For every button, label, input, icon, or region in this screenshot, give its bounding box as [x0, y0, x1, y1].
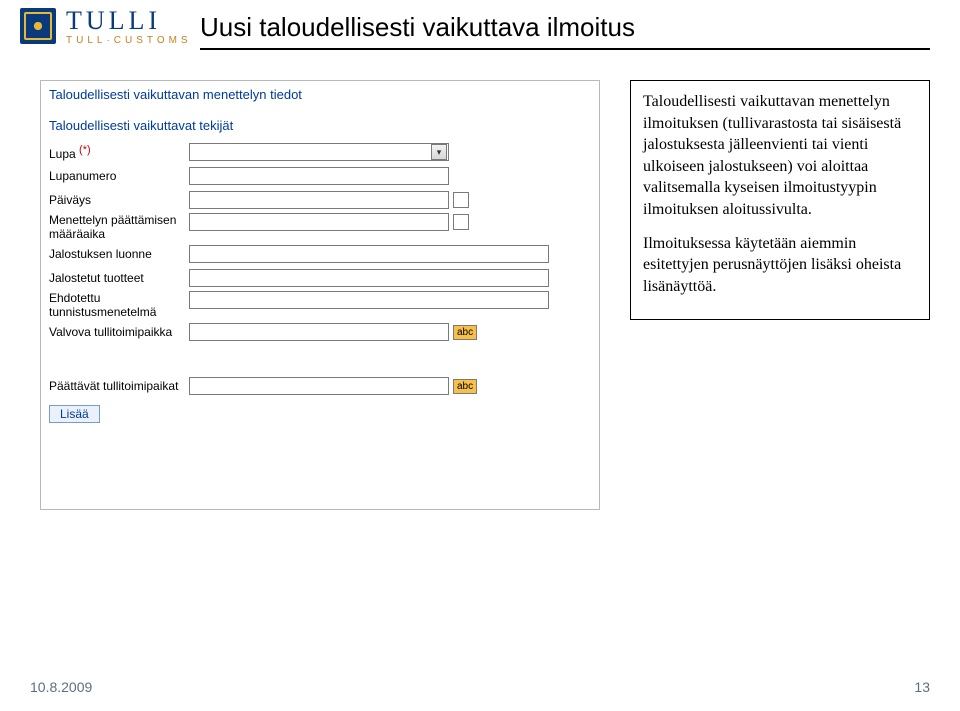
logo-mark-icon	[20, 8, 56, 44]
row-jalostetut: Jalostetut tuotteet	[49, 267, 591, 289]
slide: TULLI TULL·CUSTOMS Uusi taloudellisesti …	[0, 0, 960, 711]
logo-main: TULLI	[66, 8, 192, 34]
row-jalostuksen-luonne: Jalostuksen luonne	[49, 243, 591, 265]
label-ehdotettu: Ehdotettu tunnistusmenetelmä	[49, 291, 189, 319]
valvova-input[interactable]	[189, 323, 449, 341]
label-jalostuksen-luonne: Jalostuksen luonne	[49, 247, 189, 261]
label-maara-aika: Menettelyn päättämisen määräaika	[49, 213, 189, 241]
row-lupanumero: Lupanumero	[49, 165, 591, 187]
jalostuksen-luonne-input[interactable]	[189, 245, 549, 263]
label-valvova: Valvova tullitoimipaikka	[49, 325, 189, 339]
row-lupa: Lupa (*) ▾	[49, 141, 591, 163]
label-lupa: Lupa (*)	[49, 144, 189, 161]
abc-badge-2[interactable]: abc	[453, 379, 477, 394]
label-lupa-text: Lupa	[49, 147, 76, 161]
row-paivays: Päiväys	[49, 189, 591, 211]
form-panel: Taloudellisesti vaikuttavan menettelyn t…	[40, 80, 600, 510]
abc-badge[interactable]: abc	[453, 325, 477, 340]
label-paivays: Päiväys	[49, 193, 189, 207]
info-box: Taloudellisesti vaikuttavan menettelyn i…	[630, 80, 930, 320]
logo-sub: TULL·CUSTOMS	[66, 36, 192, 46]
info-paragraph-2: Ilmoituksessa käytetään aiemmin esitetty…	[643, 233, 917, 298]
row-valvova: Valvova tullitoimipaikka abc	[49, 321, 591, 343]
paattavat-input[interactable]	[189, 377, 449, 395]
footer-page: 13	[914, 679, 930, 695]
logo-text: TULLI TULL·CUSTOMS	[66, 8, 192, 46]
calendar-icon[interactable]	[453, 192, 469, 208]
title-rule	[200, 48, 930, 50]
logo: TULLI TULL·CUSTOMS	[20, 8, 192, 46]
lupa-select[interactable]: ▾	[189, 143, 449, 161]
label-jalostetut: Jalostetut tuotteet	[49, 271, 189, 285]
form-legend-2: Taloudellisesti vaikuttavat tekijät	[49, 118, 591, 133]
maara-aika-input[interactable]	[189, 213, 449, 231]
ehdotettu-input[interactable]	[189, 291, 549, 309]
row-ehdotettu: Ehdotettu tunnistusmenetelmä	[49, 291, 591, 319]
label-maara-aika-1: Menettelyn päättämisen	[49, 213, 185, 227]
row-maara-aika: Menettelyn päättämisen määräaika	[49, 213, 591, 241]
footer-date: 10.8.2009	[30, 679, 92, 695]
lisaa-row: Lisää	[49, 399, 591, 423]
paivays-input[interactable]	[189, 191, 449, 209]
chevron-down-icon[interactable]: ▾	[431, 144, 447, 160]
label-lupanumero: Lupanumero	[49, 169, 189, 183]
section-gap	[49, 345, 591, 375]
form-legend-1: Taloudellisesti vaikuttavan menettelyn t…	[49, 87, 591, 102]
lupanumero-input[interactable]	[189, 167, 449, 185]
page-title: Uusi taloudellisesti vaikuttava ilmoitus	[200, 12, 635, 43]
jalostetut-input[interactable]	[189, 269, 549, 287]
calendar-icon-2[interactable]	[453, 214, 469, 230]
info-paragraph-1: Taloudellisesti vaikuttavan menettelyn i…	[643, 91, 917, 221]
label-ehdotettu-2: tunnistusmenetelmä	[49, 305, 185, 319]
required-mark: (*)	[79, 144, 91, 156]
lisaa-button[interactable]: Lisää	[49, 405, 100, 423]
label-maara-aika-2: määräaika	[49, 227, 185, 241]
row-paattavat: Päättävät tullitoimipaikat abc	[49, 375, 591, 397]
label-paattavat: Päättävät tullitoimipaikat	[49, 379, 189, 393]
label-ehdotettu-1: Ehdotettu	[49, 291, 185, 305]
